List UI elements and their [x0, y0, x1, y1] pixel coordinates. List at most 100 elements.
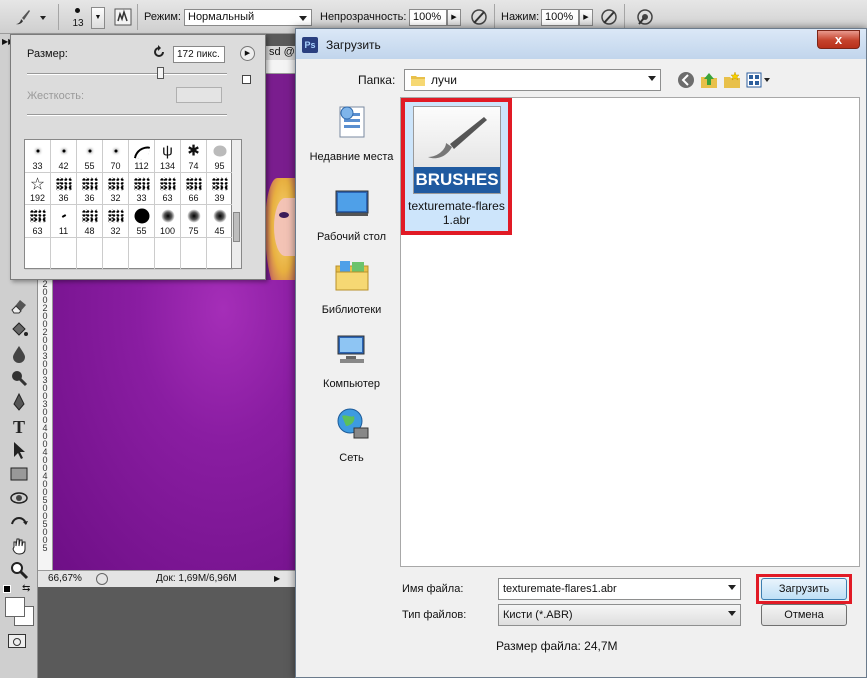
- zoom-level[interactable]: 66,67%: [48, 573, 82, 584]
- airbrush-icon[interactable]: [600, 8, 618, 26]
- brush-spatter-icon: [81, 177, 98, 190]
- brush-preset-cell[interactable]: 36: [77, 172, 103, 205]
- file-item-brush[interactable]: BRUSHES texturemate-flares 1.abr: [401, 98, 512, 235]
- size-slider-track[interactable]: [27, 73, 227, 75]
- brush-preset-cell[interactable]: 32: [103, 172, 129, 205]
- filename-input[interactable]: texturemate-flares1.abr: [498, 578, 741, 600]
- new-preset-icon[interactable]: [242, 75, 251, 84]
- new-folder-icon[interactable]: [723, 71, 741, 89]
- brush-preset-cell[interactable]: 70: [103, 140, 129, 173]
- brush-preset-cell[interactable]: 95: [207, 140, 233, 173]
- cancel-button[interactable]: Отмена: [761, 604, 847, 626]
- flow-input[interactable]: 100%: [541, 9, 579, 26]
- brush-preset-cell[interactable]: 55: [129, 205, 155, 238]
- filetype-select[interactable]: Кисти (*.ABR): [498, 604, 741, 626]
- load-button[interactable]: Загрузить: [761, 578, 847, 600]
- brush-preset-cell[interactable]: ψ 134: [155, 140, 181, 173]
- size-input[interactable]: 172 пикс.: [173, 46, 225, 63]
- brush-preset-cell[interactable]: 39: [207, 172, 233, 205]
- brush-preset-cell[interactable]: 36: [51, 172, 77, 205]
- recent-places-icon: [339, 106, 364, 138]
- flow-slider-arrow[interactable]: ▶: [579, 9, 593, 26]
- brush-preset-cell[interactable]: 66: [181, 172, 207, 205]
- brush-preset-cell[interactable]: 63: [155, 172, 181, 205]
- document-tab[interactable]: sd @: [265, 46, 296, 60]
- brush-size-label: 74: [188, 160, 199, 171]
- brush-preset-cell[interactable]: ✱ 74: [181, 140, 207, 173]
- size-slider-handle[interactable]: [157, 67, 164, 79]
- opacity-input[interactable]: 100%: [409, 9, 447, 26]
- place-computer[interactable]: Компьютер: [304, 330, 399, 391]
- reset-size-icon[interactable]: [152, 45, 166, 59]
- brush-preset-cell[interactable]: [77, 237, 103, 270]
- place-libraries[interactable]: Библиотеки: [304, 256, 399, 317]
- close-button[interactable]: x: [817, 30, 860, 49]
- brush-size-label: 55: [84, 160, 95, 171]
- path-selection-tool-icon[interactable]: [9, 440, 29, 460]
- brush-preset-cell[interactable]: 100: [155, 205, 181, 238]
- brush-preset-cell[interactable]: [181, 237, 207, 270]
- brush-preset-cell[interactable]: [103, 237, 129, 270]
- 3d-orbit-tool-icon[interactable]: [9, 512, 29, 532]
- default-colors-icon[interactable]: [3, 585, 11, 593]
- tool-preset-arrow-icon[interactable]: [40, 16, 46, 20]
- view-menu-icon[interactable]: [746, 71, 772, 89]
- brush-dash-icon: [61, 214, 66, 218]
- dodge-tool-icon[interactable]: [9, 368, 29, 388]
- brush-preset-cell[interactable]: 33: [25, 140, 51, 173]
- brush-preset-cell[interactable]: 112: [129, 140, 155, 173]
- brush-preset-cell[interactable]: 11: [51, 205, 77, 238]
- quick-mask-icon[interactable]: [8, 634, 26, 648]
- paint-bucket-tool-icon[interactable]: [9, 320, 29, 340]
- rectangle-tool-icon[interactable]: [9, 464, 29, 484]
- folder-select[interactable]: лучи: [404, 69, 661, 91]
- brush-preset-cell[interactable]: 45: [207, 205, 233, 238]
- brushes-banner: BRUSHES: [414, 167, 500, 193]
- place-recent[interactable]: Недавние места: [304, 103, 399, 164]
- place-network[interactable]: Сеть: [304, 404, 399, 465]
- preset-scrollbar[interactable]: [232, 139, 242, 269]
- 3d-rotate-tool-icon[interactable]: [9, 488, 29, 508]
- brush-preset-cell[interactable]: 48: [77, 205, 103, 238]
- opacity-slider-arrow[interactable]: ▶: [447, 9, 461, 26]
- brush-preset-dropdown-button[interactable]: ▼: [91, 7, 105, 29]
- place-desktop[interactable]: Рабочий стол: [304, 183, 399, 244]
- brush-preset-cell[interactable]: 33: [129, 172, 155, 205]
- panel-menu-button[interactable]: ▶: [240, 46, 255, 61]
- brush-preset-cell[interactable]: 55: [77, 140, 103, 173]
- brush-preset-cell[interactable]: [129, 237, 155, 270]
- brush-preset-cell[interactable]: [51, 237, 77, 270]
- folder-label: Папка:: [358, 73, 396, 87]
- back-icon[interactable]: [677, 71, 695, 89]
- brush-preset-picker[interactable]: 13: [66, 3, 90, 31]
- swap-colors-icon[interactable]: ⇆: [22, 583, 30, 594]
- blend-mode-select[interactable]: Нормальный: [184, 9, 312, 26]
- brush-preset-cell[interactable]: ☆ 192: [25, 172, 51, 205]
- brush-preset-cell[interactable]: 63: [25, 205, 51, 238]
- status-info-icon[interactable]: [96, 573, 108, 585]
- hand-tool-icon[interactable]: [9, 536, 29, 556]
- file-list[interactable]: BRUSHES texturemate-flares 1.abr: [400, 97, 860, 567]
- brush-size-label: 100: [159, 225, 176, 236]
- status-menu-arrow-icon[interactable]: ▶: [274, 574, 280, 583]
- scrollbar-thumb[interactable]: [233, 212, 240, 242]
- pressure-opacity-icon[interactable]: [470, 8, 488, 26]
- up-folder-icon[interactable]: [700, 71, 718, 89]
- brush-preset-cell[interactable]: 32: [103, 205, 129, 238]
- brush-preset-cell[interactable]: 42: [51, 140, 77, 173]
- brush-preset-cell[interactable]: [25, 237, 51, 270]
- eraser-tool-icon[interactable]: [9, 296, 29, 316]
- type-tool-icon[interactable]: T: [9, 416, 29, 436]
- brush-tool-icon[interactable]: [14, 8, 32, 26]
- brush-preset-cell[interactable]: 75: [181, 205, 207, 238]
- dialog-titlebar[interactable]: Ps Загрузить x: [296, 29, 866, 59]
- document-canvas[interactable]: [53, 280, 296, 570]
- brush-panel-toggle-icon[interactable]: [114, 8, 132, 26]
- brush-preset-cell[interactable]: [155, 237, 181, 270]
- zoom-tool-icon[interactable]: [9, 560, 29, 580]
- blur-tool-icon[interactable]: [9, 344, 29, 364]
- brush-preset-cell[interactable]: [207, 237, 233, 270]
- foreground-color-swatch[interactable]: [5, 597, 25, 617]
- pressure-size-icon[interactable]: [636, 8, 654, 26]
- pen-tool-icon[interactable]: [9, 392, 29, 412]
